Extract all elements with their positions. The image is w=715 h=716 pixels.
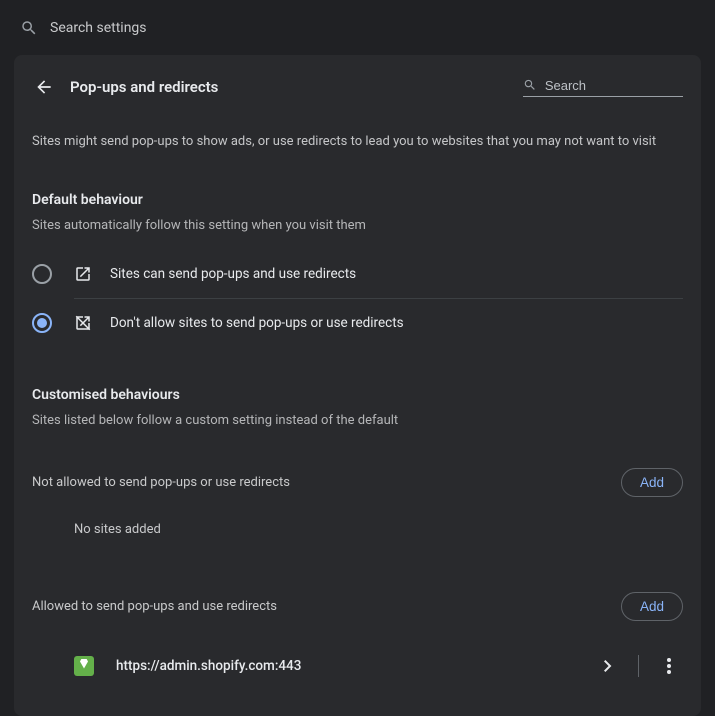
not-allowed-header: Not allowed to send pop-ups or use redir… <box>32 468 683 497</box>
site-actions <box>594 652 683 680</box>
not-allowed-empty-message: No sites added <box>74 522 683 537</box>
page-content: Sites might send pop-ups to show ads, or… <box>14 107 701 686</box>
popup-block-icon <box>74 314 92 332</box>
top-search-placeholder: Search settings <box>50 20 147 36</box>
default-behaviour-subtitle: Sites automatically follow this setting … <box>32 218 683 233</box>
back-button[interactable] <box>32 75 56 99</box>
allowed-site-row[interactable]: https://admin.shopify.com:443 <box>32 646 683 686</box>
search-icon <box>20 19 38 37</box>
allowed-header: Allowed to send pop-ups and use redirect… <box>32 592 683 621</box>
settings-panel: Pop-ups and redirects Sites might send p… <box>14 55 701 716</box>
radio-option-allow[interactable]: Sites can send pop-ups and use redirects <box>32 258 683 298</box>
site-url: https://admin.shopify.com:443 <box>116 658 594 674</box>
customised-subtitle: Sites listed below follow a custom setti… <box>32 413 683 428</box>
site-favicon-shopify <box>74 656 94 676</box>
not-allowed-add-button[interactable]: Add <box>621 468 683 497</box>
inline-search-field[interactable] <box>523 77 683 97</box>
site-more-button[interactable] <box>655 652 683 680</box>
page-header: Pop-ups and redirects <box>14 55 701 107</box>
popup-allow-icon <box>74 265 92 283</box>
vertical-divider <box>638 655 639 677</box>
radio-option-block[interactable]: Don't allow sites to send pop-ups or use… <box>32 299 683 347</box>
inline-search-input[interactable] <box>545 78 683 93</box>
search-icon <box>523 77 537 93</box>
page-title: Pop-ups and redirects <box>70 78 523 96</box>
default-behaviour-radio-group: Sites can send pop-ups and use redirects… <box>32 258 683 347</box>
radio-option-allow-label: Sites can send pop-ups and use redirects <box>110 266 356 282</box>
top-search-bar[interactable]: Search settings <box>0 0 715 55</box>
chevron-right-icon <box>604 660 612 672</box>
default-behaviour-title: Default behaviour <box>32 192 683 208</box>
customised-title: Customised behaviours <box>32 387 683 403</box>
not-allowed-label: Not allowed to send pop-ups or use redir… <box>32 475 290 490</box>
radio-selected-icon <box>32 313 52 333</box>
radio-unselected-icon <box>32 264 52 284</box>
allowed-label: Allowed to send pop-ups and use redirect… <box>32 599 277 614</box>
arrow-left-icon <box>34 77 54 97</box>
site-expand-button[interactable] <box>594 652 622 680</box>
allowed-add-button[interactable]: Add <box>621 592 683 621</box>
more-vertical-icon <box>667 658 671 674</box>
page-description: Sites might send pop-ups to show ads, or… <box>32 132 683 152</box>
radio-option-block-label: Don't allow sites to send pop-ups or use… <box>110 315 404 331</box>
